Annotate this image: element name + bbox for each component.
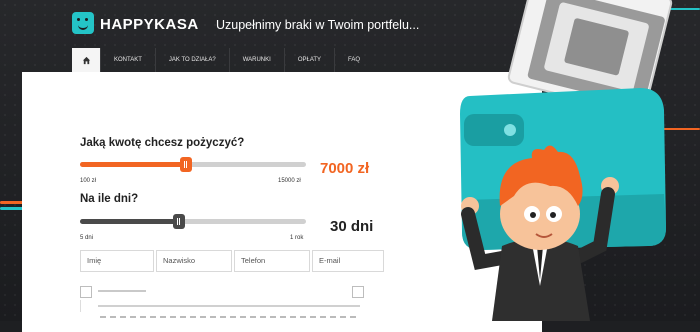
first-name-field[interactable]: Imię xyxy=(80,250,154,272)
days-question: Na ile dni? xyxy=(80,193,139,205)
days-slider[interactable] xyxy=(80,214,306,229)
nav-item-kontakt[interactable]: KONTAKT xyxy=(100,48,155,72)
nav-item-jak-to-dziala[interactable]: JAK TO DZIAŁA? xyxy=(154,48,229,72)
days-value: 30 dni xyxy=(330,218,374,235)
nav-item-oplaty[interactable]: OPŁATY xyxy=(283,48,334,72)
amount-max-label: 15000 zł xyxy=(278,178,301,184)
email-placeholder: E-mail xyxy=(319,256,341,265)
phone-field[interactable]: Telefon xyxy=(234,250,310,272)
amount-min-label: 100 zł xyxy=(80,178,97,184)
first-name-placeholder: Imię xyxy=(87,256,102,265)
nav-item-faq[interactable]: FAQ xyxy=(334,48,373,72)
amount-value: 7000 zł xyxy=(320,160,370,177)
phone-placeholder: Telefon xyxy=(241,256,266,265)
nav-item-warunki[interactable]: WARUNKI xyxy=(228,48,284,72)
days-slider-fill xyxy=(80,219,179,224)
nav-home[interactable] xyxy=(72,48,100,72)
consent-checkbox[interactable] xyxy=(352,286,364,298)
email-field[interactable]: E-mail xyxy=(312,250,384,272)
consent-divider xyxy=(80,300,81,312)
consent-text-line xyxy=(98,290,146,292)
last-name-placeholder: Nazwisko xyxy=(163,256,196,265)
amount-question: Jaką kwotę chcesz pożyczyć? xyxy=(80,137,245,149)
tagline: Uzupełnimy braki w Twoim portfelu... xyxy=(216,18,420,32)
consent-text-line xyxy=(100,316,360,318)
logo-icon[interactable] xyxy=(72,12,94,34)
wallet-character-illustration xyxy=(460,0,673,321)
main-nav: KONTAKT JAK TO DZIAŁA? WARUNKI OPŁATY FA… xyxy=(72,48,373,72)
home-icon xyxy=(82,56,90,65)
days-min-label: 5 dni xyxy=(80,235,94,241)
amount-slider-handle[interactable] xyxy=(180,157,192,172)
consent-text-line xyxy=(98,305,360,307)
days-slider-handle[interactable] xyxy=(173,214,185,229)
brand-name[interactable]: HAPPYKASA xyxy=(100,16,199,33)
amount-slider-fill xyxy=(80,162,186,167)
days-max-label: 1 rok xyxy=(290,235,304,241)
last-name-field[interactable]: Nazwisko xyxy=(156,250,232,272)
amount-slider[interactable] xyxy=(80,157,306,172)
consent-all-checkbox[interactable] xyxy=(80,286,92,298)
